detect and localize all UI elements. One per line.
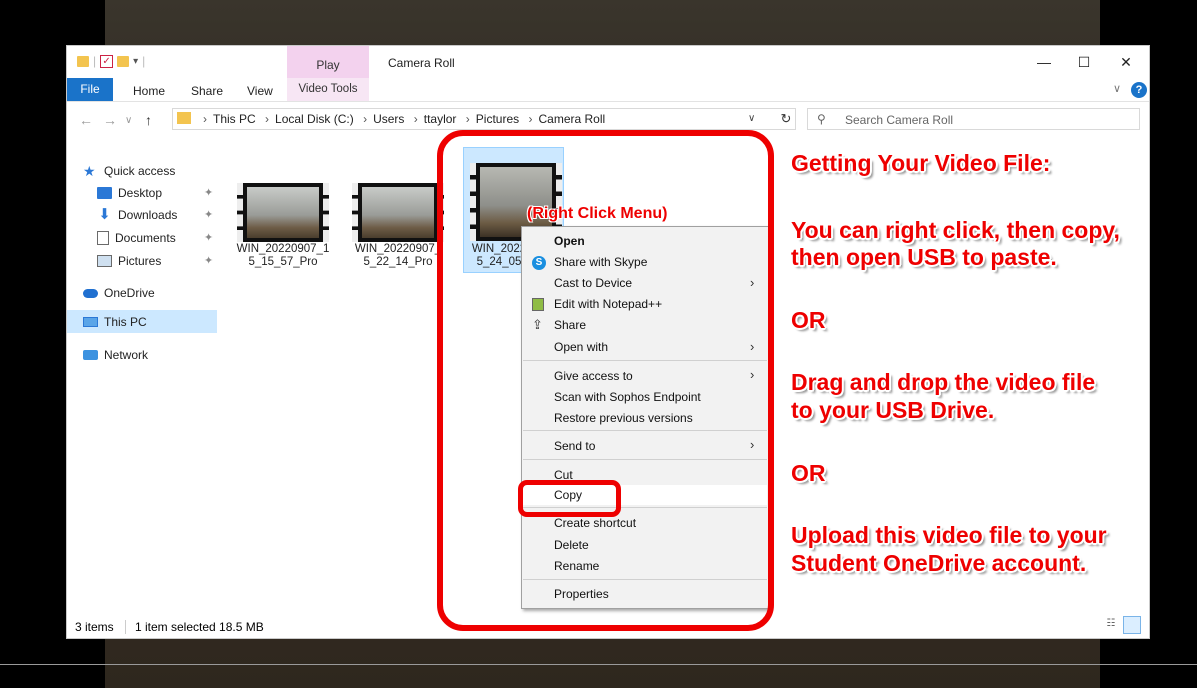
download-icon: ⬇ [98, 206, 111, 223]
tab-share[interactable]: Share [191, 84, 223, 98]
file-name[interactable]: WIN_20220907_1 5_15_57_Pro [234, 243, 332, 269]
crumb-local-disk[interactable]: Local Disk (C:) [275, 112, 354, 126]
nav-label: This PC [104, 315, 147, 329]
chevron-right-icon: › [413, 112, 418, 126]
annotation-step1-line1: You can right click, then copy, [791, 217, 1120, 243]
breadcrumb[interactable]: › This PC › Local Disk (C:) › Users › ttaylo… [197, 112, 605, 126]
annotation-heading: Getting Your Video File: [791, 150, 1051, 176]
chevron-right-icon: › [465, 112, 470, 126]
annotation-step1-line2: then open USB to paste. [791, 244, 1057, 270]
ribbon-tab-bar [67, 78, 1149, 102]
item-count: 3 items [75, 620, 114, 634]
nav-label: Pictures [118, 254, 162, 268]
annotation-step3-line1: Upload this video file to your [791, 522, 1107, 548]
annotation-step2-line2: to your USB Drive. [791, 397, 995, 423]
folder-icon[interactable] [77, 55, 89, 67]
crumb-camera-roll[interactable]: Camera Roll [538, 112, 605, 126]
this-pc-icon [83, 317, 98, 327]
play-tab[interactable]: Play [287, 58, 369, 72]
chevron-right-icon: › [265, 112, 270, 126]
title-bar [67, 46, 1149, 78]
tab-file[interactable]: File [67, 78, 113, 101]
nav-item-pictures[interactable]: Pictures [97, 250, 161, 272]
video-player-divider [0, 664, 1197, 665]
chevron-right-icon: › [363, 112, 368, 126]
nav-item-desktop[interactable]: Desktop [97, 182, 162, 204]
crumb-ttaylor[interactable]: ttaylor [424, 112, 457, 126]
nav-label: Network [104, 348, 149, 362]
nav-label: Downloads [118, 208, 178, 222]
search-placeholder: Search Camera Roll [845, 113, 954, 127]
window-title: Camera Roll [388, 56, 455, 70]
help-icon[interactable]: ? [1131, 82, 1147, 98]
address-folder-icon [177, 112, 191, 124]
status-separator [125, 620, 126, 634]
up-arrow-icon[interactable]: ↑ [145, 112, 152, 128]
crumb-pictures[interactable]: Pictures [476, 112, 519, 126]
pin-icon: ✦ [204, 232, 214, 244]
search-icon: ⚲ [817, 112, 826, 126]
tab-view[interactable]: View [247, 84, 273, 98]
annotation-step2-line1: Drag and drop the video file [791, 369, 1096, 395]
customize-toolbar-icon[interactable]: ▾ [133, 56, 138, 67]
maximize-button[interactable]: ☐ [1069, 51, 1099, 73]
selection-info: 1 item selected 18.5 MB [135, 620, 264, 634]
expand-ribbon-icon[interactable]: ∨ [1113, 82, 1121, 95]
pin-icon: ✦ [204, 209, 214, 221]
properties-icon[interactable]: ✓ [100, 54, 114, 68]
separator: | [93, 54, 97, 68]
desktop-icon [97, 187, 112, 199]
onedrive-icon [83, 288, 98, 298]
video-thumbnail[interactable] [352, 183, 444, 242]
separator: | [142, 54, 146, 68]
nav-item-this-pc[interactable]: This PC [83, 311, 147, 333]
tab-video-tools[interactable]: Video Tools [287, 78, 369, 101]
address-dropdown-icon[interactable]: ∨ [748, 113, 755, 124]
pictures-icon [97, 255, 112, 267]
nav-label: Desktop [118, 186, 163, 200]
back-arrow-icon[interactable]: ← [79, 112, 93, 128]
annotation-or-2: OR [791, 460, 826, 486]
video-thumbnail[interactable] [237, 183, 329, 242]
chevron-right-icon: › [528, 112, 533, 126]
pin-icon: ✦ [204, 255, 214, 267]
close-button[interactable]: ✕ [1111, 51, 1141, 73]
highlight-box-copy [518, 480, 621, 517]
large-icons-view-icon[interactable] [1123, 616, 1141, 634]
nav-item-network[interactable]: Network [83, 344, 148, 366]
documents-icon [97, 231, 109, 245]
pin-icon: ✦ [204, 187, 214, 199]
nav-item-downloads[interactable]: ⬇ Downloads [97, 204, 177, 226]
annotation-or-1: OR [791, 307, 826, 333]
nav-item-documents[interactable]: Documents [97, 227, 176, 249]
right-click-menu-label: (Right Click Menu) [527, 205, 668, 223]
recent-locations-icon[interactable]: ∨ [125, 115, 132, 126]
file-name[interactable]: WIN_20220907_ 5_22_14_Pro [349, 243, 447, 269]
crumb-users[interactable]: Users [373, 112, 404, 126]
star-icon: ★ [83, 163, 96, 179]
new-folder-icon[interactable] [117, 55, 130, 67]
nav-item-quick-access[interactable]: ★ Quick access [83, 160, 175, 182]
quick-access-toolbar: | ✓ ▾ | [77, 52, 145, 70]
minimize-button[interactable]: — [1029, 51, 1059, 73]
forward-arrow-icon[interactable]: → [103, 112, 117, 128]
nav-label: OneDrive [104, 286, 155, 300]
chevron-right-icon: › [203, 112, 207, 126]
nav-label: Documents [115, 231, 176, 245]
refresh-icon[interactable]: ↻ [774, 108, 798, 130]
crumb-this-pc[interactable]: This PC [213, 112, 256, 126]
nav-item-onedrive[interactable]: OneDrive [83, 282, 155, 304]
network-icon [83, 350, 98, 360]
tab-home[interactable]: Home [133, 84, 165, 98]
details-view-icon[interactable]: ☷ [1103, 618, 1119, 634]
annotation-step3-line2: Student OneDrive account. [791, 550, 1087, 576]
nav-label: Quick access [104, 164, 176, 178]
